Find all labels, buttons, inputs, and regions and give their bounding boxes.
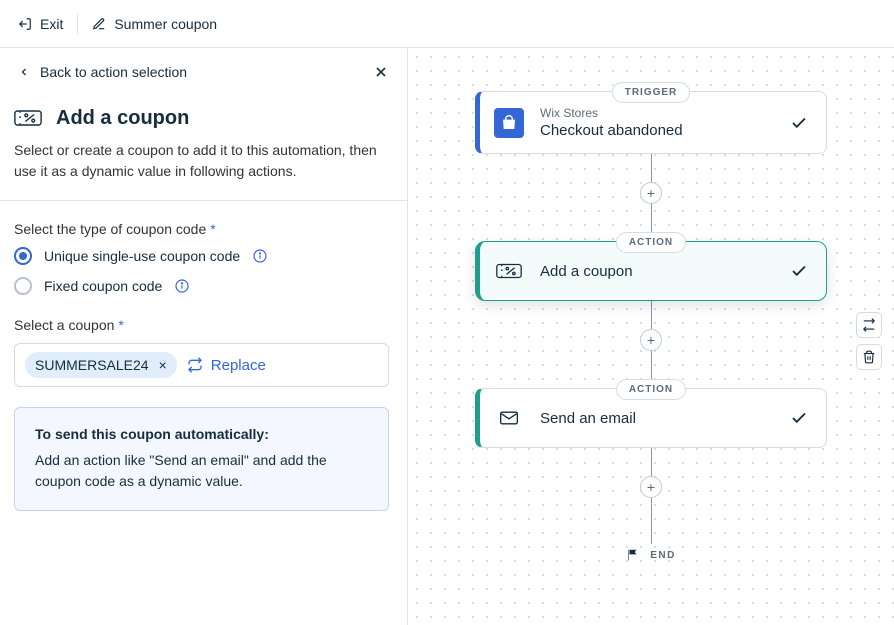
section-head: Add a coupon Select or create a coupon t… bbox=[0, 96, 407, 200]
node-side-actions bbox=[856, 312, 882, 370]
info-icon[interactable] bbox=[174, 278, 190, 294]
add-step-button[interactable]: + bbox=[640, 476, 662, 498]
radio-unique-label: Unique single-use coupon code bbox=[44, 248, 240, 264]
back-button[interactable]: Back to action selection bbox=[18, 64, 187, 80]
section-title-row: Add a coupon bbox=[14, 106, 389, 130]
email-icon bbox=[494, 403, 524, 433]
coupon-card-text: Add a coupon bbox=[540, 263, 633, 280]
connector-line bbox=[651, 448, 652, 476]
exit-label: Exit bbox=[40, 16, 63, 32]
tip-body: Add an action like "Send an email" and a… bbox=[35, 450, 368, 492]
panel-description: Select or create a coupon to add it to t… bbox=[14, 140, 389, 182]
flow-column: TRIGGER Wix Stores Checkout abandoned + … bbox=[408, 82, 894, 562]
radio-unique[interactable]: Unique single-use coupon code bbox=[14, 247, 389, 265]
coupon-icon bbox=[14, 106, 42, 130]
add-step-button[interactable]: + bbox=[640, 329, 662, 351]
wix-stores-icon bbox=[494, 108, 524, 138]
end-label: END bbox=[650, 550, 676, 561]
replace-label: Replace bbox=[211, 357, 266, 374]
select-coupon-label: Select a coupon* bbox=[14, 317, 389, 333]
back-label: Back to action selection bbox=[40, 64, 187, 80]
coupon-selector[interactable]: SUMMERSALE24 × Replace bbox=[14, 343, 389, 387]
replace-button[interactable]: Replace bbox=[187, 357, 266, 374]
remove-chip-button[interactable]: × bbox=[159, 358, 167, 372]
trigger-subtitle: Wix Stores bbox=[540, 106, 683, 120]
selected-coupon-chip: SUMMERSALE24 × bbox=[25, 352, 177, 378]
connector-line bbox=[651, 154, 652, 182]
selected-coupon-code: SUMMERSALE24 bbox=[35, 357, 149, 373]
radio-icon bbox=[14, 247, 32, 265]
trigger-card-text: Wix Stores Checkout abandoned bbox=[540, 106, 683, 139]
automation-title-button[interactable]: Summer coupon bbox=[92, 16, 217, 32]
email-card-title: Send an email bbox=[540, 410, 636, 427]
coupon-card-icon bbox=[494, 256, 524, 286]
required-asterisk: * bbox=[210, 221, 215, 237]
tip-title: To send this coupon automatically: bbox=[35, 426, 368, 442]
connector-line bbox=[651, 498, 652, 544]
radio-icon bbox=[14, 277, 32, 295]
coupon-card-title: Add a coupon bbox=[540, 263, 633, 280]
close-icon bbox=[373, 64, 389, 80]
top-bar: Exit Summer coupon bbox=[0, 0, 894, 48]
radio-fixed[interactable]: Fixed coupon code bbox=[14, 277, 389, 295]
info-icon[interactable] bbox=[252, 248, 268, 264]
radio-fixed-label: Fixed coupon code bbox=[44, 278, 162, 294]
automation-canvas[interactable]: TRIGGER Wix Stores Checkout abandoned + … bbox=[408, 48, 894, 625]
connector-line bbox=[651, 204, 652, 232]
add-step-button[interactable]: + bbox=[640, 182, 662, 204]
end-marker: END bbox=[626, 548, 676, 562]
automation-title-text: Summer coupon bbox=[114, 16, 217, 32]
close-button[interactable] bbox=[373, 64, 389, 80]
swap-icon bbox=[862, 318, 876, 332]
trigger-title: Checkout abandoned bbox=[540, 122, 683, 139]
check-icon bbox=[790, 114, 808, 132]
config-panel: Back to action selection Add a coupon Se… bbox=[0, 48, 408, 625]
connector-line bbox=[651, 351, 652, 379]
swap-button[interactable] bbox=[856, 312, 882, 338]
panel-header: Back to action selection bbox=[0, 48, 407, 96]
chevron-left-icon bbox=[18, 66, 30, 78]
exit-icon bbox=[18, 17, 32, 31]
trigger-badge: TRIGGER bbox=[612, 82, 691, 103]
action-badge: ACTION bbox=[616, 232, 686, 253]
type-label: Select the type of coupon code* bbox=[14, 221, 389, 237]
check-icon bbox=[790, 409, 808, 427]
trash-icon bbox=[862, 350, 876, 364]
main-area: Back to action selection Add a coupon Se… bbox=[0, 48, 894, 625]
delete-button[interactable] bbox=[856, 344, 882, 370]
email-card-text: Send an email bbox=[540, 410, 636, 427]
topbar-divider bbox=[77, 14, 78, 34]
flag-icon bbox=[626, 548, 640, 562]
action-badge: ACTION bbox=[616, 379, 686, 400]
connector-line bbox=[651, 301, 652, 329]
coupon-type-radio-group: Unique single-use coupon code Fixed coup… bbox=[14, 247, 389, 295]
exit-button[interactable]: Exit bbox=[18, 16, 63, 32]
panel-title: Add a coupon bbox=[56, 107, 189, 130]
pencil-icon bbox=[92, 17, 106, 31]
required-asterisk: * bbox=[118, 317, 123, 333]
replace-icon bbox=[187, 357, 203, 373]
check-icon bbox=[790, 262, 808, 280]
tip-box: To send this coupon automatically: Add a… bbox=[14, 407, 389, 511]
form-area: Select the type of coupon code* Unique s… bbox=[0, 201, 407, 529]
